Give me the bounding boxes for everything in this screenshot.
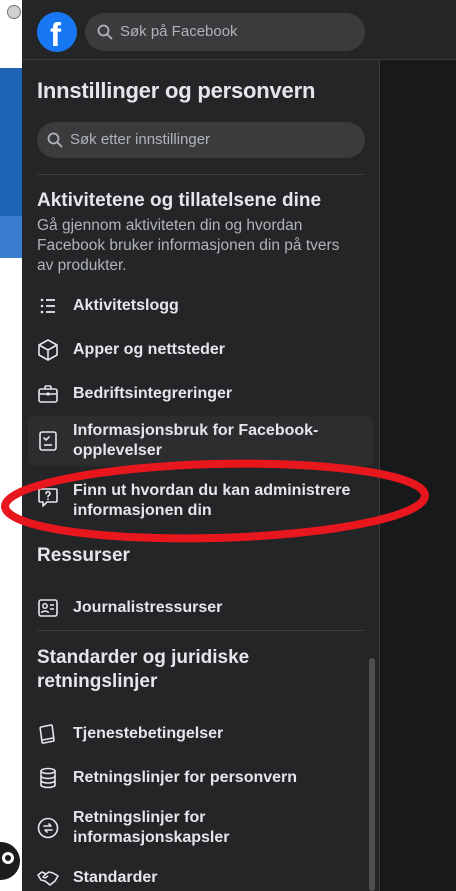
menu-item-label: Informasjonsbruk for Facebook-opplevelse… [73, 422, 319, 459]
checklist-icon [39, 431, 57, 451]
divider [37, 630, 365, 631]
section-title-resources: Ressurser [37, 545, 130, 566]
chat-icon [2, 852, 14, 864]
section-description-activity: Gå gjennom aktiviteten din og hvordan Fa… [37, 217, 340, 274]
section-title-standards: Standarder og juridiske retningslinjer [37, 647, 250, 692]
settings-panel: Innstillinger og personvern Søk etter in… [22, 60, 380, 891]
menu-item-business-integrations[interactable]: Bedriftsintegreringer [28, 380, 373, 408]
menu-item-label: Apper og nettsteder [73, 341, 226, 358]
main-content-area [380, 60, 456, 891]
database-icon [40, 767, 56, 789]
menu-item-label: Tjenestebetingelser [73, 725, 224, 742]
menu-item-label: Finn ut hvordan du kan administrere info… [73, 482, 351, 519]
search-placeholder: Søk på Facebook [120, 23, 238, 40]
background-banner-lower [0, 216, 22, 258]
facebook-search-input[interactable]: Søk på Facebook [85, 13, 365, 51]
menu-item-label: Retningslinjer for informasjonskapsler [73, 809, 230, 846]
newspaper-icon [38, 599, 58, 617]
cube-icon [38, 339, 58, 361]
menu-item-standards[interactable]: Standarder [28, 864, 373, 891]
settings-search-placeholder: Søk etter innstillinger [70, 131, 211, 148]
menu-item-activity-log[interactable]: Aktivitetslogg [28, 292, 373, 320]
divider [37, 174, 365, 175]
menu-item-apps-websites[interactable]: Apper og nettsteder [28, 336, 373, 364]
list-icon [40, 298, 55, 314]
background-page [0, 0, 22, 891]
background-banner [0, 68, 22, 216]
panel-scrollbar[interactable] [369, 658, 375, 891]
menu-item-label: Retningslinjer for personvern [73, 769, 298, 786]
question-bubble-icon [38, 488, 58, 507]
menu-item-cookie-policy[interactable]: Retningslinjer for informasjonskapsler [28, 805, 373, 853]
handshake-icon [37, 871, 59, 886]
menu-item-label: Bedriftsintegreringer [73, 385, 233, 402]
menu-item-label: Aktivitetslogg [73, 297, 179, 314]
browser-tab-icon [7, 5, 21, 19]
menu-item-information-use[interactable]: Informasjonsbruk for Facebook-opplevelse… [28, 416, 373, 466]
settings-search-input[interactable]: Søk etter innstillinger [37, 122, 365, 158]
facebook-logo-letter: f [50, 16, 61, 53]
right-header-area [380, 0, 456, 60]
menu-item-journalist-resources[interactable]: Journalistressurser [28, 594, 373, 622]
panel-title: Innstillinger og personvern [37, 78, 316, 103]
menu-item-label: Journalistressurser [73, 599, 223, 616]
menu-item-terms-of-service[interactable]: Tjenestebetingelser [28, 720, 373, 748]
top-bar: f Søk på Facebook [22, 0, 380, 60]
menu-item-label: Standarder [73, 869, 158, 886]
menu-item-manage-information[interactable]: Finn ut hvordan du kan administrere info… [28, 478, 373, 526]
search-icon [47, 132, 63, 148]
briefcase-icon [38, 385, 58, 403]
search-icon [97, 24, 113, 40]
chat-bubble-button[interactable] [0, 842, 20, 880]
book-icon [39, 724, 55, 744]
section-title-activity: Aktivitetene og tillatelsene dine [37, 190, 322, 211]
cookie-arrows-icon [37, 817, 59, 839]
menu-item-privacy-policy[interactable]: Retningslinjer for personvern [28, 764, 373, 792]
facebook-logo[interactable]: f [37, 12, 77, 53]
